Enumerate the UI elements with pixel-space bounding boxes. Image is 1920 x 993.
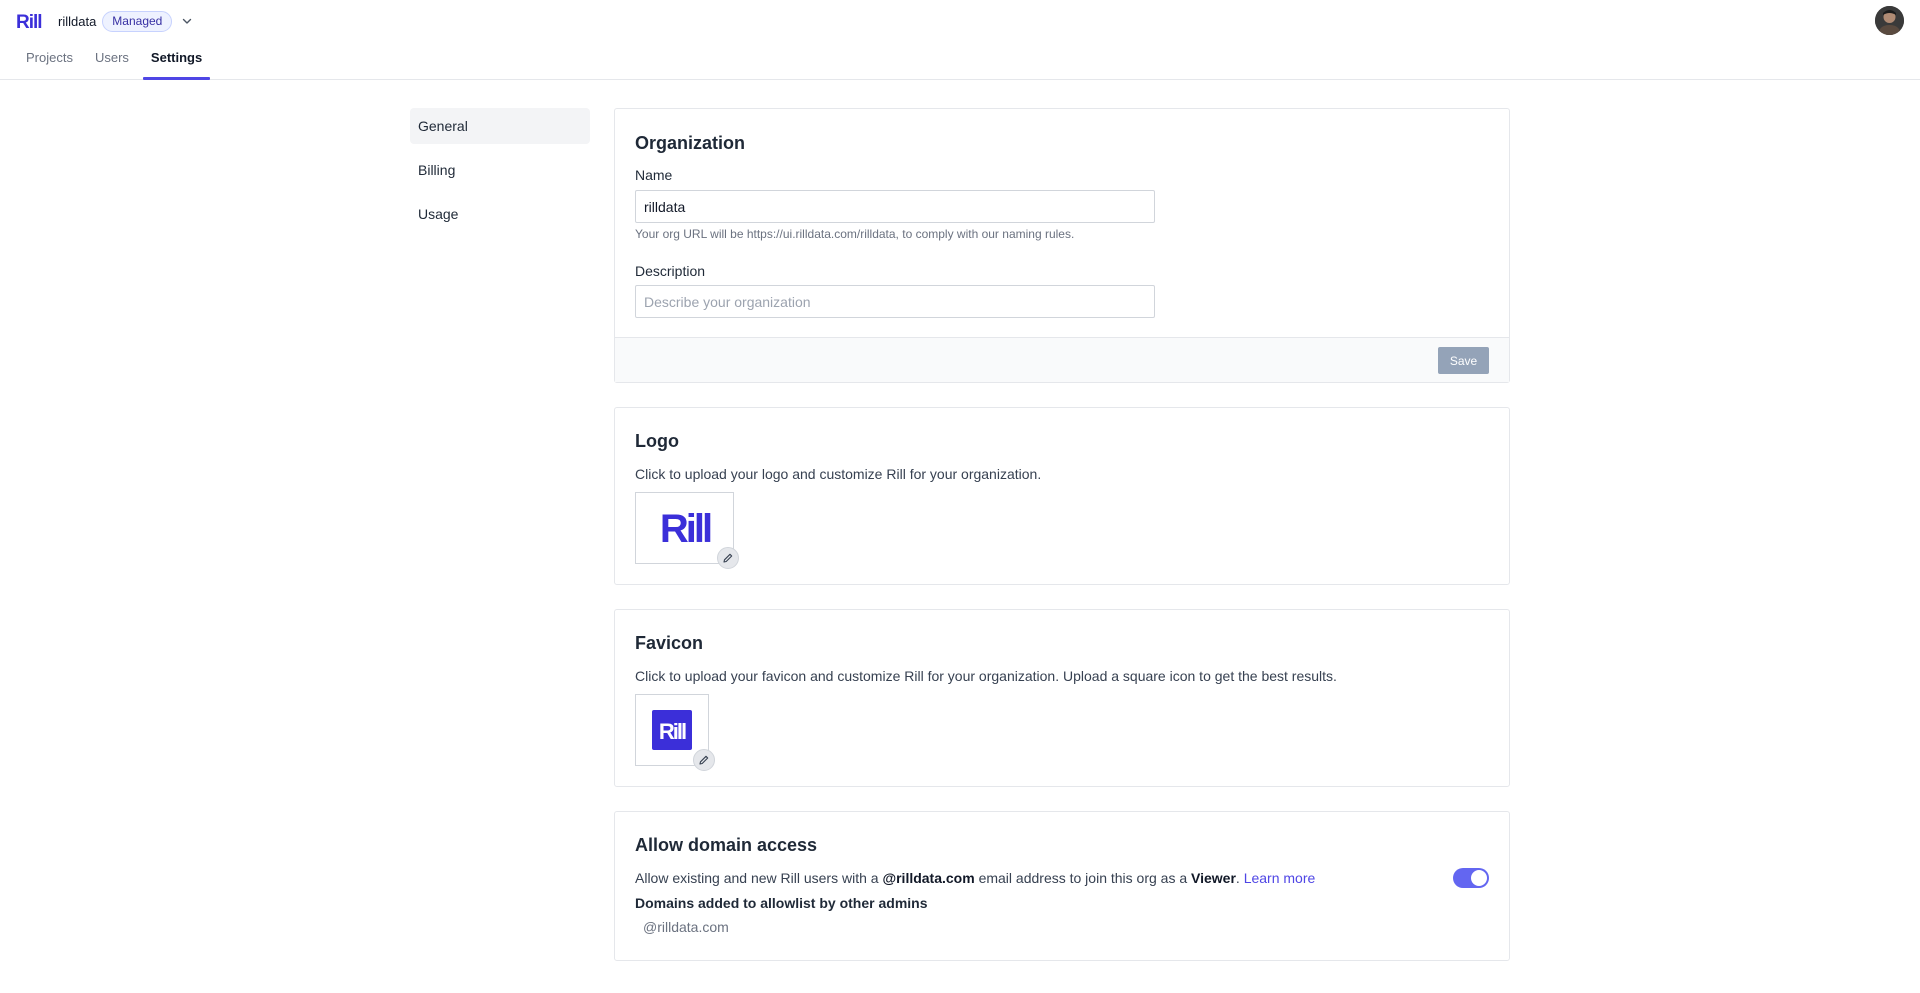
top-bar: Rill rilldata Managed Projects Users Set… <box>0 0 1920 80</box>
edit-favicon-icon[interactable] <box>693 749 715 771</box>
org-switcher[interactable]: Rill rilldata Managed <box>16 9 194 33</box>
edit-logo-icon[interactable] <box>717 547 739 569</box>
toggle-knob <box>1471 870 1487 886</box>
svg-text:Rill: Rill <box>16 12 42 30</box>
allowlist-heading: Domains added to allowlist by other admi… <box>635 895 928 911</box>
logo-description: Click to upload your logo and customize … <box>635 466 1042 482</box>
managed-badge: Managed <box>102 10 173 32</box>
rill-logo-icon[interactable]: Rill <box>16 12 42 30</box>
organization-card-footer: Save <box>615 337 1509 382</box>
domain-access-title: Allow domain access <box>635 835 818 855</box>
domain-access-description: Allow existing and new Rill users with a… <box>635 870 1316 886</box>
org-url-hint: Your org URL will be https://ui.rilldata… <box>635 227 1075 241</box>
org-description-input[interactable] <box>635 285 1155 318</box>
favicon-description: Click to upload your favicon and customi… <box>635 668 1337 684</box>
main-tabs: Projects Users Settings <box>18 44 216 80</box>
viewer-role: Viewer <box>1191 870 1236 886</box>
learn-more-link[interactable]: Learn more <box>1244 870 1316 886</box>
domain-access-toggle[interactable] <box>1453 868 1489 888</box>
organization-title: Organization <box>635 133 746 153</box>
tab-users[interactable]: Users <box>87 44 137 80</box>
sidebar-item-general[interactable]: General <box>410 108 590 144</box>
allowed-domain: @rilldata.com <box>882 870 975 886</box>
allowlist-item: @rilldata.com <box>643 919 729 935</box>
org-name[interactable]: rilldata <box>58 14 96 29</box>
svg-text:Rill: Rill <box>659 508 710 548</box>
settings-sidebar: General Billing Usage <box>410 108 590 240</box>
favicon-title: Favicon <box>635 633 704 653</box>
favicon-card: Favicon Click to upload your favicon and… <box>614 609 1510 787</box>
chevron-down-icon[interactable] <box>180 14 194 28</box>
favicon-image-icon: Rill <box>652 710 692 750</box>
name-label: Name <box>635 167 673 183</box>
tab-settings[interactable]: Settings <box>142 44 211 80</box>
save-button[interactable]: Save <box>1438 347 1489 374</box>
logo-card: Logo Click to upload your logo and custo… <box>614 407 1510 585</box>
user-avatar[interactable] <box>1875 6 1904 35</box>
sidebar-item-usage[interactable]: Usage <box>410 196 590 232</box>
description-label: Description <box>635 263 706 279</box>
logo-title: Logo <box>635 431 679 451</box>
tab-projects[interactable]: Projects <box>18 44 81 80</box>
svg-text:Rill: Rill <box>659 719 686 744</box>
rill-logo-image-icon: Rill <box>659 508 713 548</box>
sidebar-item-billing[interactable]: Billing <box>410 152 590 188</box>
org-name-input[interactable] <box>635 190 1155 223</box>
domain-access-card: Allow domain access Allow existing and n… <box>614 811 1510 961</box>
organization-card: Organization Name Your org URL will be h… <box>614 108 1510 383</box>
